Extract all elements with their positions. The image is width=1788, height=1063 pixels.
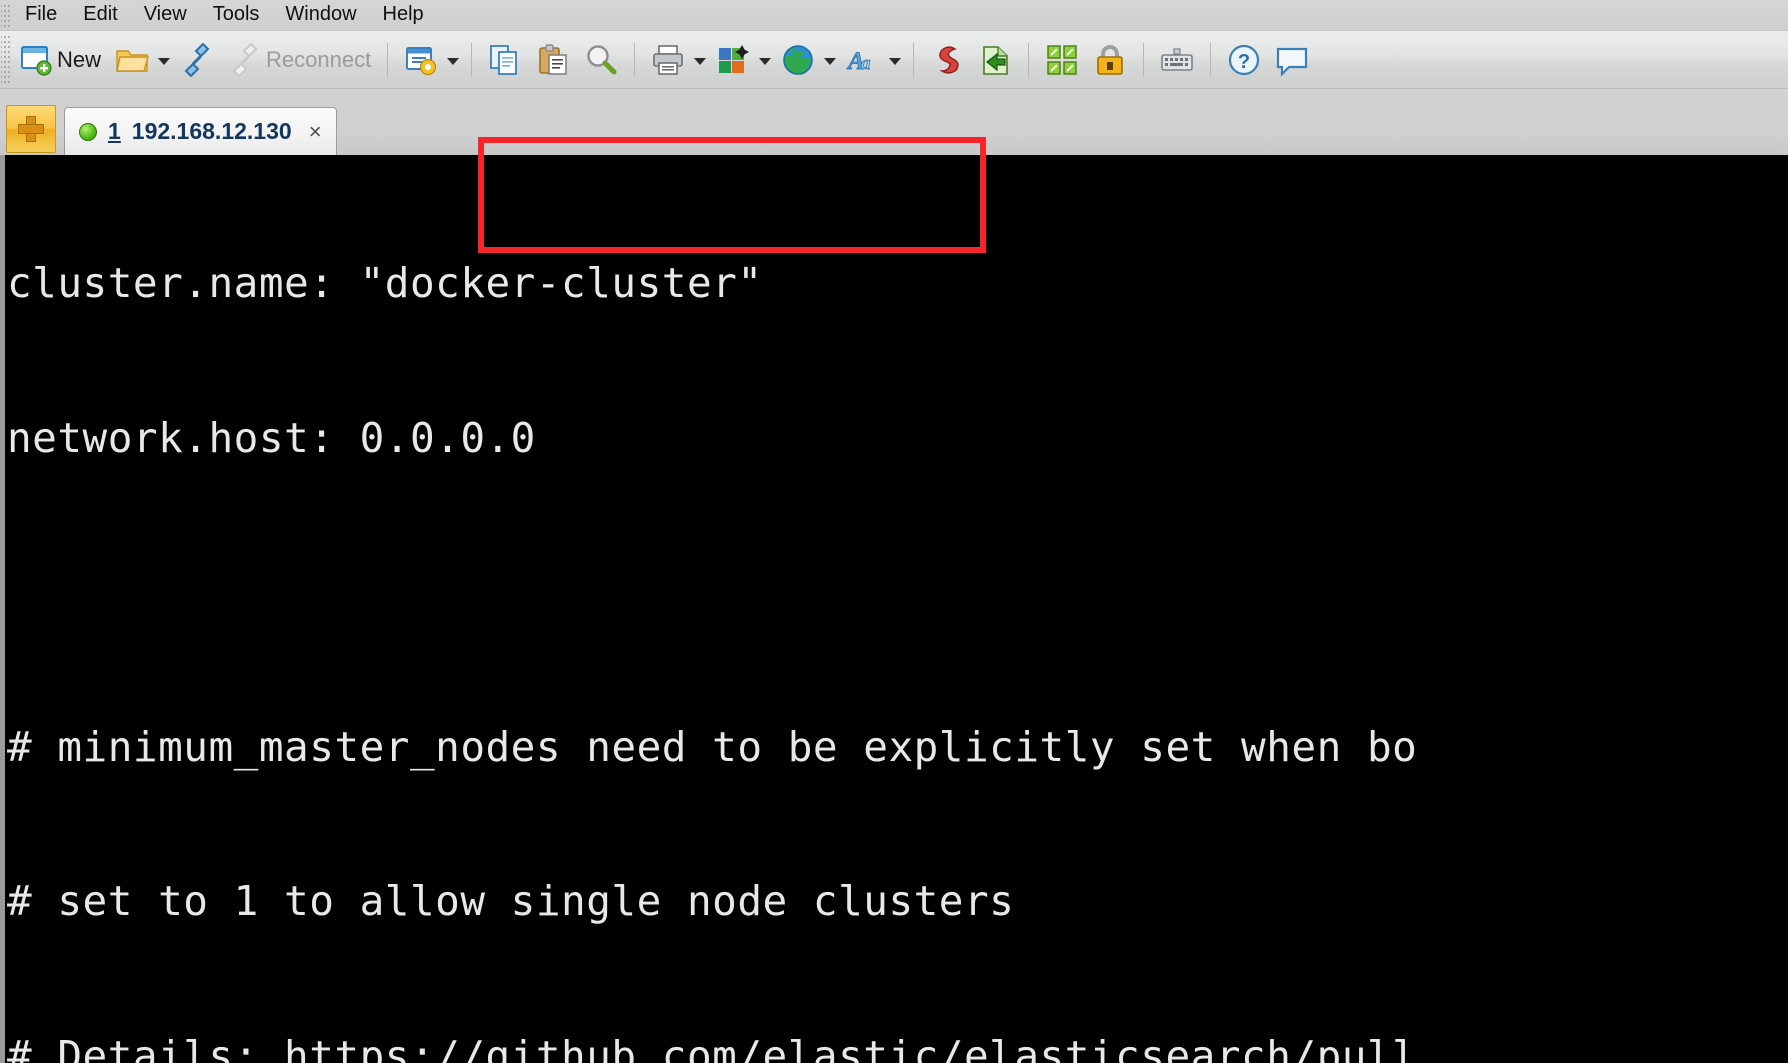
- terminal-line-2: [7, 567, 1417, 619]
- tab-bar: 1 192.168.12.130 ×: [0, 89, 1788, 155]
- terminal-line-1: network.host: 0.0.0.0: [7, 413, 536, 462]
- color-scheme-dropdown-caret[interactable]: [759, 58, 772, 65]
- toolbar-separator-4: [913, 42, 915, 77]
- toolbar-separator-3: [634, 42, 636, 77]
- menu-tools[interactable]: Tools: [200, 0, 273, 30]
- arrange-windows-icon: [1045, 43, 1079, 77]
- new-session-icon: [19, 43, 53, 77]
- terminal-line-5: # Details: https://github.com/elastic/el…: [7, 1031, 1418, 1063]
- color-palette-icon: [716, 43, 750, 77]
- menu-help[interactable]: Help: [370, 0, 437, 30]
- menu-window[interactable]: Window: [272, 0, 369, 30]
- keyboard-icon: [1160, 43, 1194, 77]
- menu-bar: File Edit View Tools Window Help: [0, 0, 1788, 31]
- toolbar-separator-7: [1210, 42, 1212, 77]
- terminal-line-4: # set to 1 to allow single node clusters: [7, 877, 1015, 925]
- svg-text:a: a: [861, 53, 871, 74]
- toolbar-separator-5: [1028, 42, 1030, 77]
- session-tab-index: 1: [108, 118, 121, 144]
- open-session-button[interactable]: [108, 38, 156, 82]
- globe-icon: [781, 43, 815, 77]
- font-a-icon: A a: [846, 43, 880, 77]
- plus-icon: [18, 116, 44, 142]
- help-question-icon: ?: [1227, 43, 1261, 77]
- lock-button[interactable]: [1086, 38, 1134, 82]
- toolbar-grip[interactable]: [1, 35, 12, 84]
- toolbar-separator-6: [1143, 42, 1145, 77]
- connect-button[interactable]: [173, 38, 221, 82]
- arrange-windows-button[interactable]: [1038, 38, 1086, 82]
- web-dropdown-caret[interactable]: [824, 58, 837, 65]
- reconnect-label: Reconnect: [266, 46, 372, 72]
- session-tab-host: 192.168.12.130: [131, 118, 292, 144]
- log-session-icon: [930, 43, 964, 77]
- menu-edit[interactable]: Edit: [70, 0, 130, 30]
- file-transfer-button[interactable]: [971, 38, 1019, 82]
- session-properties-button[interactable]: [397, 38, 445, 82]
- menu-file[interactable]: File: [12, 0, 70, 30]
- open-session-dropdown-caret[interactable]: [158, 58, 171, 65]
- lock-icon: [1093, 43, 1127, 77]
- print-dropdown-caret[interactable]: [694, 58, 707, 65]
- help-button[interactable]: ?: [1220, 38, 1268, 82]
- session-properties-icon: [404, 43, 438, 77]
- color-scheme-button[interactable]: [709, 38, 757, 82]
- terminal-line-3: # minimum_master_nodes need to be explic…: [7, 722, 1418, 771]
- printer-icon: [651, 43, 685, 77]
- paste-button[interactable]: [529, 38, 577, 82]
- font-dropdown-caret[interactable]: [889, 58, 902, 65]
- copy-icon: [488, 43, 522, 77]
- new-session-button[interactable]: New: [12, 38, 108, 82]
- toolbar: New Reconnect A a ?: [0, 31, 1788, 89]
- comment-balloon-icon: [1275, 43, 1309, 77]
- terminal-text: cluster.name: "docker-cluster" network.h…: [5, 155, 1417, 1063]
- connection-status-dot: [79, 122, 97, 141]
- copy-button[interactable]: [481, 38, 529, 82]
- menu-bar-grip[interactable]: [1, 2, 12, 28]
- toolbar-separator-2: [471, 42, 473, 77]
- menu-view[interactable]: View: [131, 0, 200, 30]
- feedback-button[interactable]: [1268, 38, 1316, 82]
- session-tab-close-icon[interactable]: ×: [309, 120, 322, 143]
- find-button[interactable]: [577, 38, 625, 82]
- session-properties-dropdown-caret[interactable]: [447, 58, 460, 65]
- font-button[interactable]: A a: [839, 38, 887, 82]
- session-tab-1[interactable]: 1 192.168.12.130 ×: [64, 107, 337, 155]
- terminal-screen[interactable]: cluster.name: "docker-cluster" network.h…: [0, 155, 1788, 1063]
- log-session-button[interactable]: [923, 38, 971, 82]
- print-button[interactable]: [644, 38, 692, 82]
- keyboard-button[interactable]: [1153, 38, 1201, 82]
- new-tab-button[interactable]: [6, 105, 56, 153]
- terminal-line-0: cluster.name: "docker-cluster": [7, 259, 763, 307]
- web-button[interactable]: [774, 38, 822, 82]
- svg-text:?: ?: [1238, 51, 1250, 73]
- new-session-label: New: [57, 46, 102, 72]
- paste-clipboard-icon: [536, 43, 570, 77]
- reconnect-plug-icon: [228, 42, 262, 77]
- reconnect-button[interactable]: Reconnect: [221, 38, 378, 82]
- file-transfer-icon: [978, 43, 1012, 77]
- open-folder-icon: [115, 43, 149, 77]
- toolbar-separator-1: [387, 42, 389, 77]
- find-magnifier-icon: [584, 43, 618, 77]
- connect-plug-icon: [180, 42, 214, 77]
